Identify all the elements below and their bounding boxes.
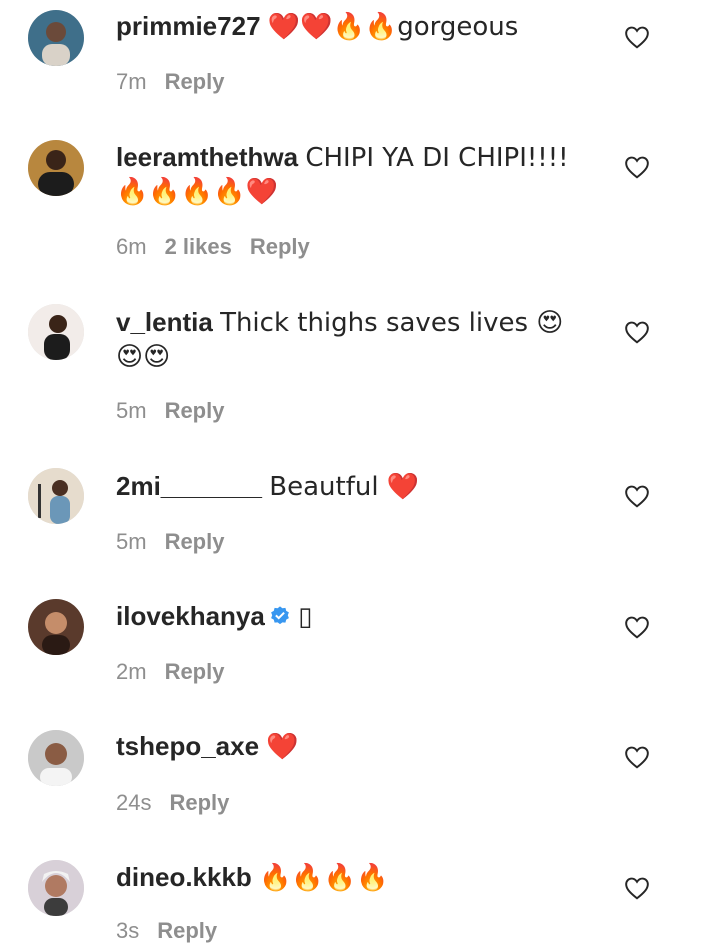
verified-badge-icon [270,606,289,625]
reply-button[interactable]: Reply [165,659,225,684]
comment-time: 6m [116,234,147,259]
avatar[interactable] [28,468,84,524]
reply-button[interactable]: Reply [165,529,225,554]
comment-text: ❤️❤️🔥🔥gorgeous [267,12,519,42]
heart-outline-icon[interactable] [624,155,650,179]
avatar[interactable] [28,304,84,360]
comment-username[interactable]: tshepo_axe [116,731,259,761]
comment-username[interactable]: 2mi_______ [116,471,262,501]
avatar[interactable] [28,730,84,786]
comment-username[interactable]: leeramthethwa [116,142,298,172]
reply-button[interactable]: Reply [169,790,229,815]
comment-text: Beautful ❤️ [269,472,420,502]
comment-text: ❤️ [266,732,299,762]
comment-username[interactable]: ilovekhanya [116,601,265,631]
avatar[interactable] [28,860,84,916]
avatar[interactable] [28,10,84,66]
reply-button[interactable]: Reply [165,398,225,423]
heart-outline-icon[interactable] [624,484,650,508]
reply-button[interactable]: Reply [250,234,310,259]
comment-time: 2m [116,659,147,684]
reply-button[interactable]: Reply [165,69,225,94]
comment-time: 5m [116,529,147,554]
heart-outline-icon[interactable] [624,25,650,49]
comment-username[interactable]: v_lentia [116,307,213,337]
comment-text: ▯ [298,601,313,631]
comment-text: 🔥🔥🔥🔥 [259,863,389,893]
heart-outline-icon[interactable] [624,320,650,344]
comment-time: 7m [116,69,147,94]
heart-outline-icon[interactable] [624,745,650,769]
comment-likes[interactable]: 2 likes [165,234,232,259]
comment-username[interactable]: dineo.kkkb [116,862,252,892]
avatar[interactable] [28,140,84,196]
comment-time: 24s [116,790,152,815]
comment-username[interactable]: primmie727 [116,11,261,41]
avatar[interactable] [28,599,84,655]
heart-outline-icon[interactable] [624,615,650,639]
comment-time: 5m [116,398,147,423]
heart-outline-icon[interactable] [624,876,650,900]
